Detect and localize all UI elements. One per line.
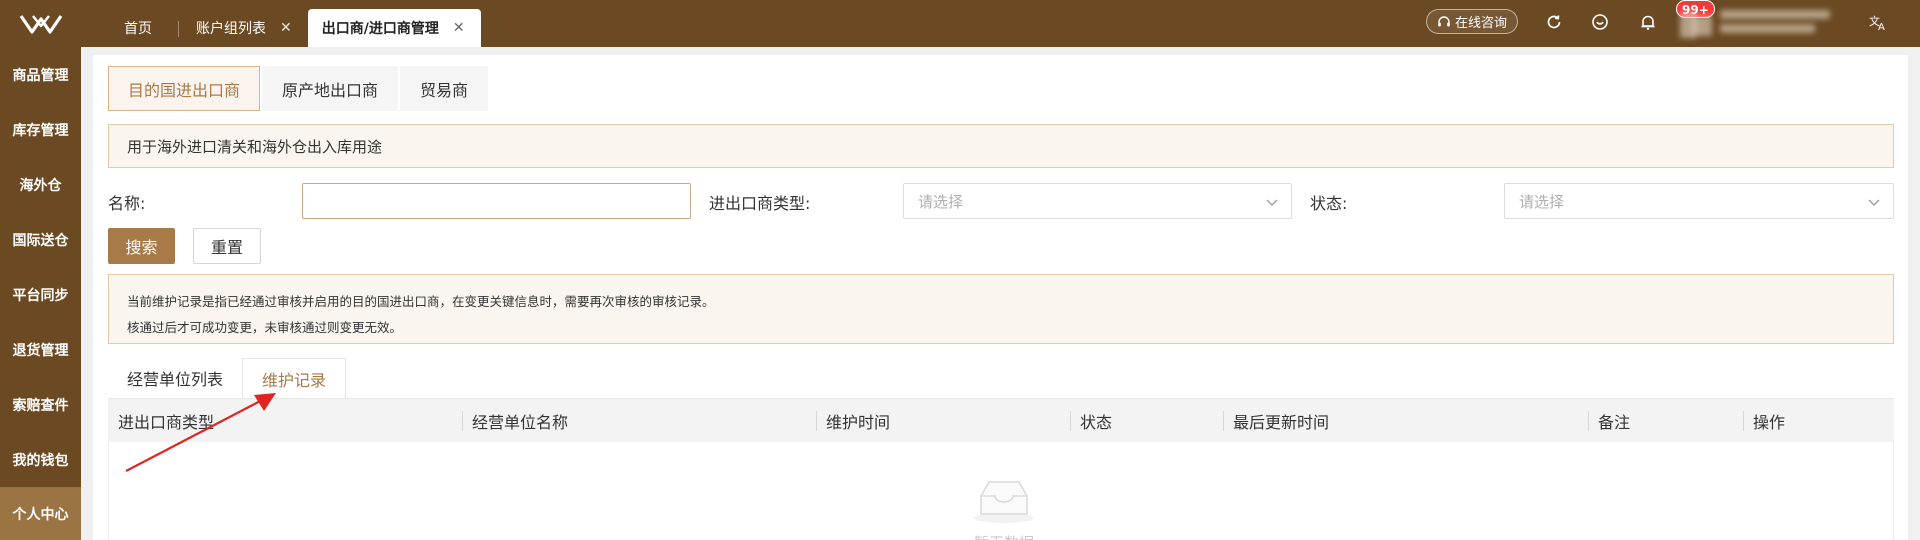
select-placeholder: 请选择 [1519,192,1565,211]
tab-account-groups[interactable]: 账户组列表 ✕ [178,9,308,47]
notice-text: 用于海外进口清关和海外仓出入库用途 [127,137,383,156]
status-select[interactable]: 请选择 [1504,183,1894,219]
status-label: 状态: [1310,194,1348,213]
column-header: 经营单位名称 [462,399,568,443]
sidebar-item-label: 索赔查件 [12,397,69,414]
tab-destination-importer-exporter[interactable]: 目的国进出口商 [108,66,261,111]
headset-icon [1438,15,1450,26]
type-label: 进出口商类型: [709,194,811,213]
tab-label: 目的国进出口商 [128,80,241,100]
online-consult-button[interactable]: 在线咨询 [1426,9,1518,34]
info-line-2: 核通过后才可成功变更，未审核通过则变更无效。 [127,320,403,335]
sidebar-item-label: 商品管理 [12,67,69,84]
sidebar-item-label: 平台同步 [12,287,69,304]
chevron-down-icon [1266,199,1278,206]
empty-inbox-icon [974,481,1034,523]
refresh-icon[interactable] [1543,11,1565,33]
sidebar: 商品管理 库存管理 海外仓 国际送仓 平台同步 退货管理 索赔查件 我的钱包 个… [0,47,81,540]
sidebar-item-label: 退货管理 [12,342,69,359]
info-line-1: 当前维护记录是指已经通过审核并启用的目的国进出口商，在变更关键信息时，需要再次审… [127,294,715,309]
column-header: 状态 [1070,399,1112,443]
tab-label: 账户组列表 [196,21,266,37]
tab-label: 首页 [124,21,152,37]
page-tabs: 首页 账户组列表 ✕ 出口商/进口商管理 ✕ [81,0,481,47]
close-icon[interactable]: ✕ [280,20,292,36]
close-icon[interactable]: ✕ [453,20,465,36]
translate-icon[interactable]: 文 A [1868,11,1890,33]
sidebar-item-international-delivery[interactable]: 国际送仓 [0,212,81,267]
sidebar-item-label: 库存管理 [12,122,69,139]
svg-text:A: A [1878,22,1885,31]
column-header: 操作 [1743,399,1785,443]
sidebar-item-personal-center[interactable]: 个人中心 [0,487,81,540]
tab-label: 出口商/进口商管理 [321,21,439,37]
sidebar-item-wallet[interactable]: 我的钱包 [0,432,81,487]
exporter-type-tabs: 目的国进出口商 原产地出口商 贸易商 [108,66,490,111]
table-body: 暂无数据 [108,442,1894,540]
maintenance-info: 当前维护记录是指已经通过审核并启用的目的国进出口商，在变更关键信息时，需要再次审… [108,274,1894,344]
sidebar-item-products[interactable]: 商品管理 [0,47,81,102]
bell-icon[interactable] [1637,11,1659,33]
sidebar-item-label: 个人中心 [12,506,69,523]
sidebar-item-label: 国际送仓 [12,232,69,249]
name-label: 名称: [108,194,146,213]
tab-origin-exporter[interactable]: 原产地出口商 [262,66,399,111]
sidebar-item-returns[interactable]: 退货管理 [0,322,81,377]
column-header: 备注 [1588,399,1630,443]
annotation-arrow-icon [125,393,276,472]
column-header: 维护时间 [816,399,890,443]
brand-logo-icon [19,14,62,34]
select-placeholder: 请选择 [918,192,964,211]
consult-label: 在线咨询 [1454,16,1507,31]
sidebar-item-label: 海外仓 [19,177,62,194]
sidebar-item-inventory[interactable]: 库存管理 [0,102,81,157]
logo[interactable] [0,0,81,47]
chevron-down-icon [1868,199,1880,206]
tab-label: 原产地出口商 [282,80,379,100]
tab-separator [178,21,179,37]
usage-notice: 用于海外进口清关和海外仓出入库用途 [108,124,1894,168]
smile-feedback-icon[interactable] [1589,11,1611,33]
tab-home[interactable]: 首页 [81,9,178,47]
tab-trader[interactable]: 贸易商 [400,66,489,111]
user-info-redacted[interactable] [1680,6,1840,40]
empty-state-text: 暂无数据 [969,532,1039,540]
sidebar-item-label: 我的钱包 [12,452,69,469]
table-header: 进出口商类型 经营单位名称 维护时间 状态 最后更新时间 备注 操作 [108,398,1894,442]
column-header: 最后更新时间 [1223,399,1329,443]
tab-exporter-importer[interactable]: 出口商/进口商管理 ✕ [307,9,481,47]
type-select[interactable]: 请选择 [903,183,1292,219]
sidebar-item-claims[interactable]: 索赔查件 [0,377,81,432]
search-button[interactable]: 搜索 [108,228,175,264]
name-input[interactable] [302,183,691,219]
top-bar: 首页 账户组列表 ✕ 出口商/进口商管理 ✕ 在线咨询 99+ 文 A [0,0,1920,47]
sidebar-item-overseas-warehouse[interactable]: 海外仓 [0,157,81,212]
reset-button[interactable]: 重置 [193,228,261,264]
tab-label: 贸易商 [420,80,469,100]
sidebar-item-platform-sync[interactable]: 平台同步 [0,267,81,322]
